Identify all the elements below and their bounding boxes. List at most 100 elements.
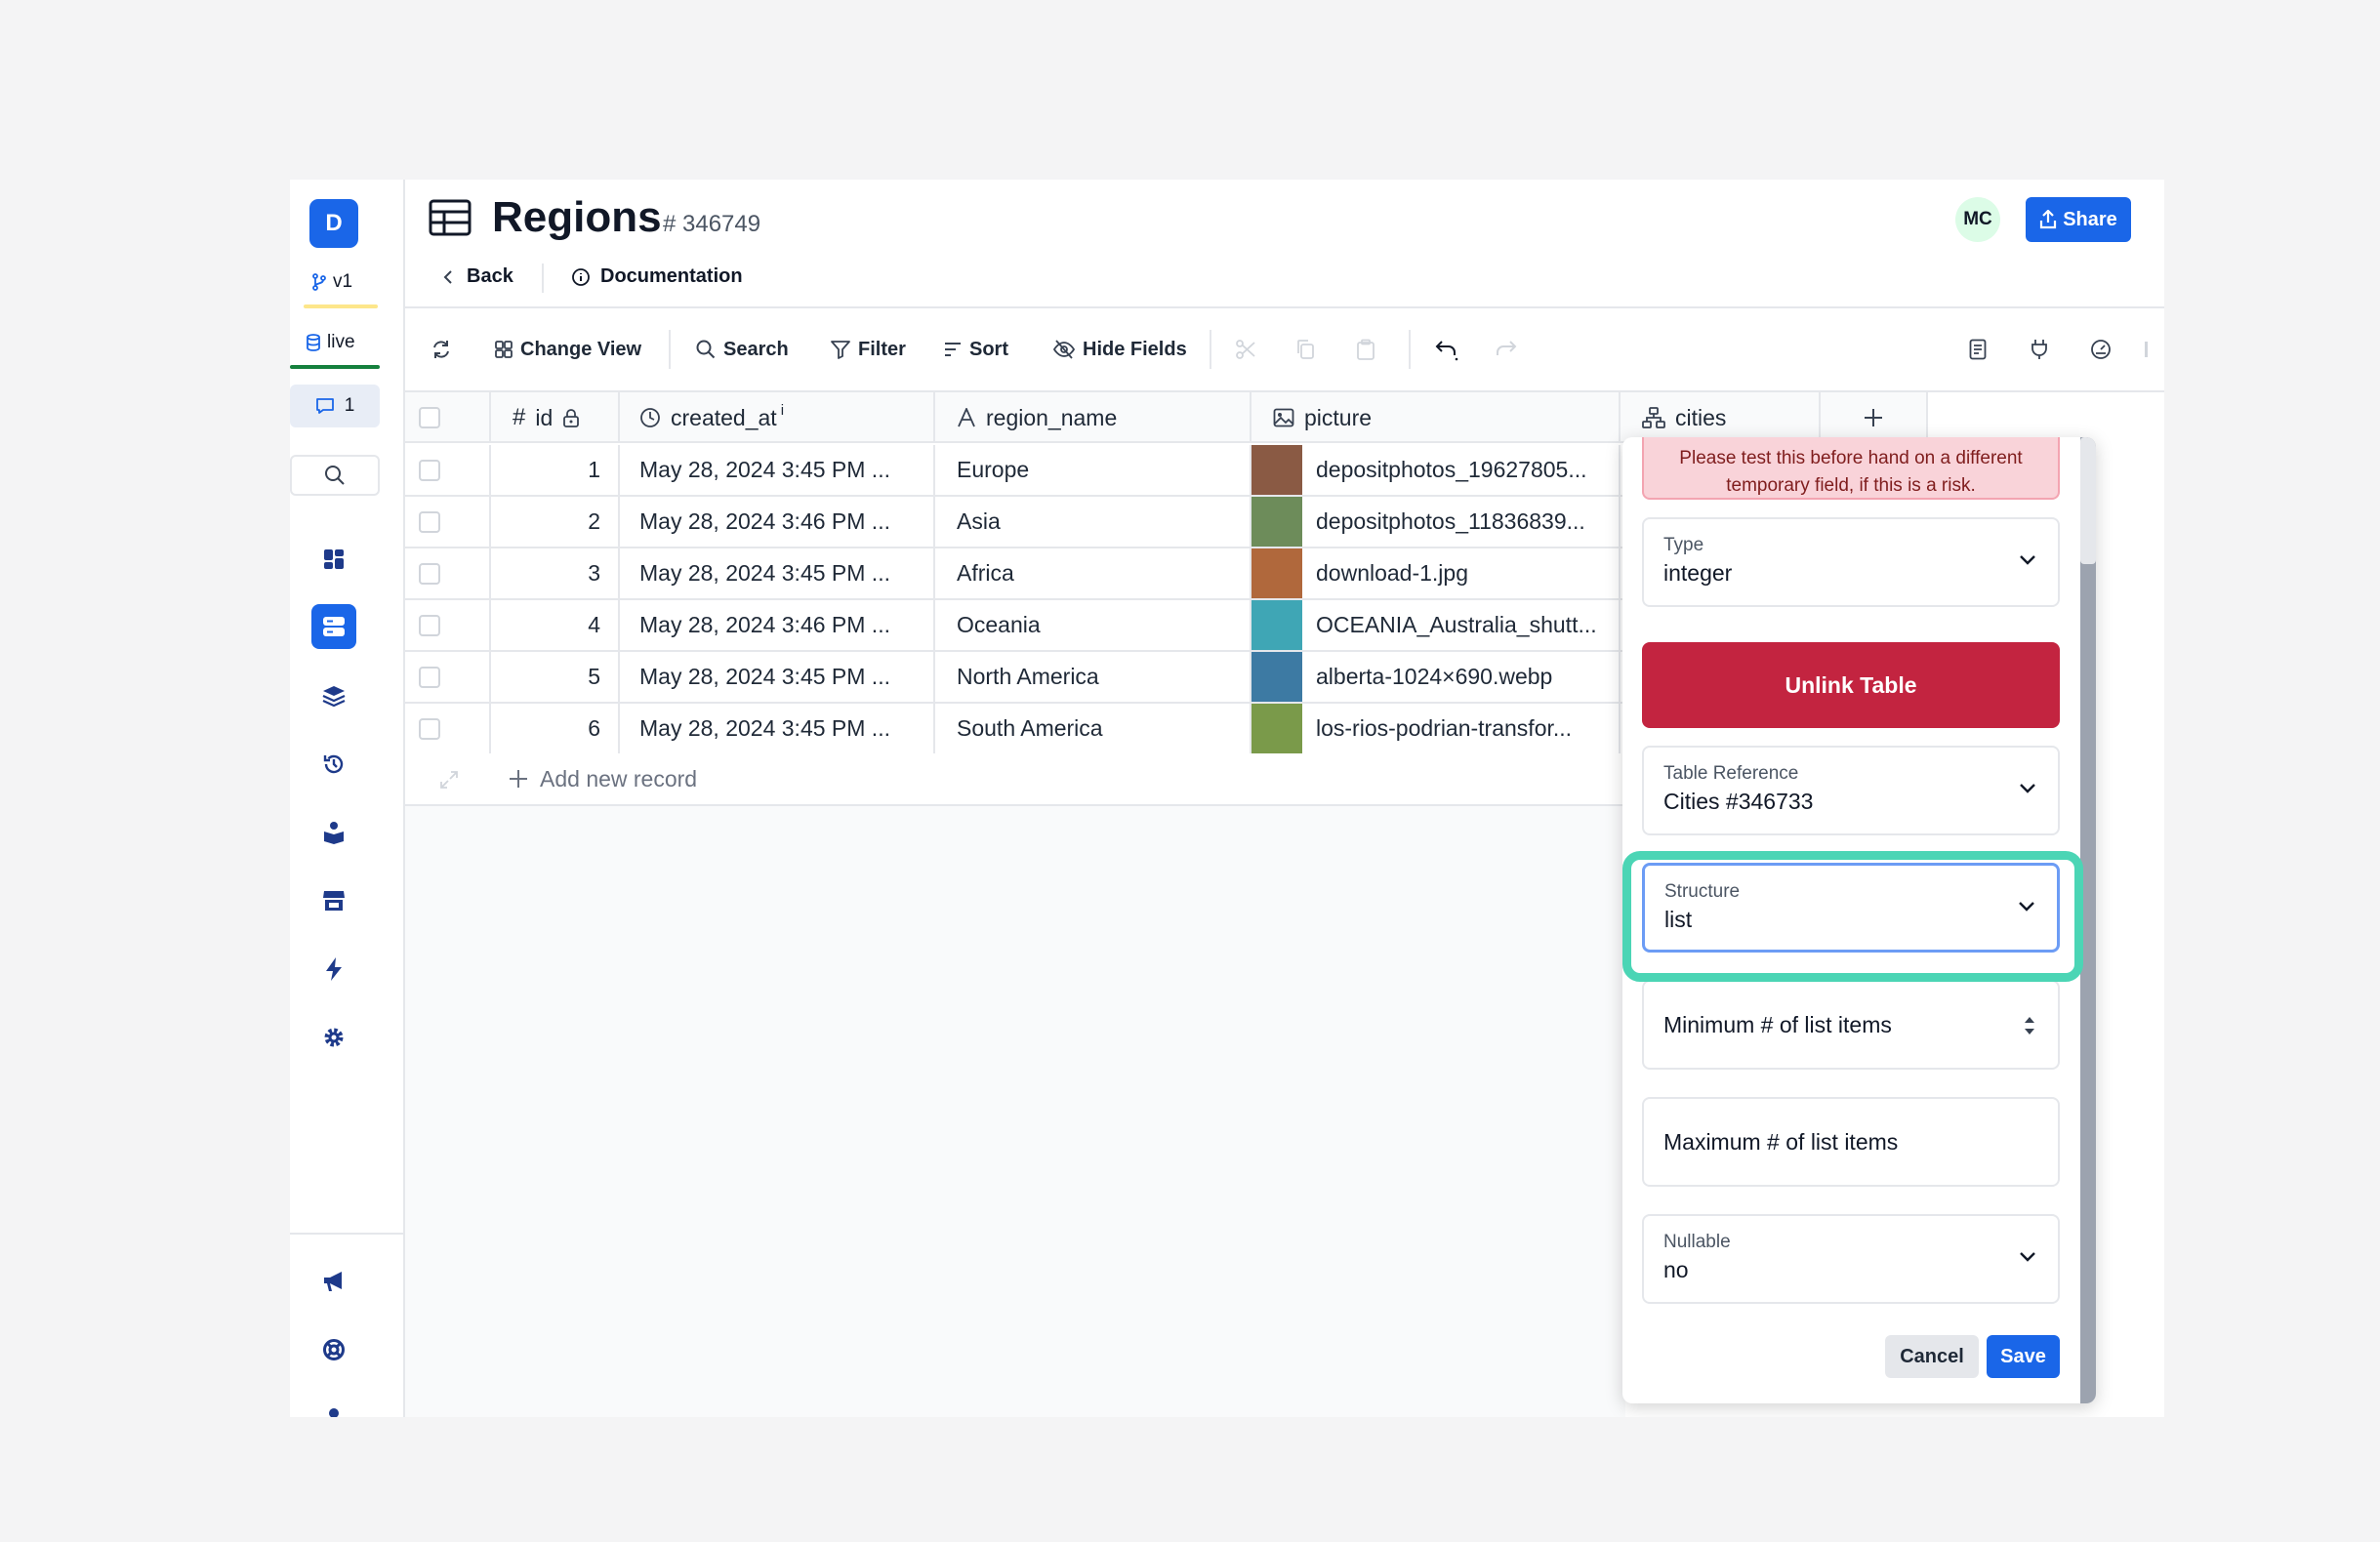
created-at-cell[interactable]: May 28, 2024 3:45 PM ...: [620, 704, 935, 753]
created-at-cell[interactable]: May 28, 2024 3:45 PM ...: [620, 548, 935, 598]
id-cell[interactable]: 2: [491, 497, 620, 547]
branch-selector[interactable]: v1: [311, 271, 352, 293]
picture-cell[interactable]: los-rios-podrian-transfor...: [1252, 704, 1621, 753]
number-stepper-icon[interactable]: [2023, 1013, 2036, 1038]
table-reference-select[interactable]: Table Reference Cities #346733: [1642, 746, 2060, 835]
picture-cell[interactable]: download-1.jpg: [1252, 548, 1621, 598]
created-at-cell[interactable]: May 28, 2024 3:45 PM ...: [620, 445, 935, 495]
settings-nav[interactable]: [309, 1015, 358, 1060]
search-button[interactable]: Search: [696, 332, 789, 367]
row-select-cell: [405, 548, 491, 598]
refresh-button[interactable]: [431, 332, 452, 367]
table-row[interactable]: 5 May 28, 2024 3:45 PM ... North America al…: [405, 652, 1625, 704]
panel-scrollbar-track[interactable]: [2080, 437, 2096, 1403]
plugin-button[interactable]: [2030, 332, 2049, 367]
region-name-cell[interactable]: Asia: [935, 497, 1252, 547]
picture-cell[interactable]: depositphotos_11836839...: [1252, 497, 1621, 547]
column-header-cities[interactable]: cities: [1621, 392, 1821, 443]
chevron-down-icon: [2019, 902, 2034, 912]
id-cell[interactable]: 5: [491, 652, 620, 702]
comments-button[interactable]: 1: [290, 385, 380, 427]
row-checkbox[interactable]: [419, 614, 440, 636]
layers-nav[interactable]: [309, 673, 358, 718]
row-checkbox[interactable]: [419, 717, 440, 740]
add-record-button[interactable]: Add new record: [509, 753, 697, 804]
region-name-cell[interactable]: Africa: [935, 548, 1252, 598]
created-at-cell[interactable]: May 28, 2024 3:46 PM ...: [620, 600, 935, 650]
structure-select[interactable]: Structure list: [1642, 863, 2060, 953]
unlink-table-button[interactable]: Unlink Table: [1642, 642, 2060, 728]
paste-button[interactable]: [1356, 332, 1375, 367]
marketplace-nav[interactable]: [309, 878, 358, 923]
triggers-nav[interactable]: [309, 947, 358, 992]
support-nav[interactable]: [309, 1327, 358, 1372]
back-button[interactable]: Back: [443, 265, 513, 288]
column-header-picture[interactable]: picture: [1252, 392, 1621, 443]
documentation-button[interactable]: Documentation: [571, 265, 743, 288]
database-nav[interactable]: [311, 604, 356, 649]
user-icon: [329, 1408, 339, 1417]
created-at-cell[interactable]: May 28, 2024 3:46 PM ...: [620, 497, 935, 547]
min-list-items-input[interactable]: Minimum # of list items: [1642, 980, 2060, 1070]
profile-nav[interactable]: [309, 1396, 358, 1417]
column-header-region-name[interactable]: region_name: [935, 392, 1252, 443]
sort-button[interactable]: Sort: [944, 332, 1008, 367]
nullable-select[interactable]: Nullable no: [1642, 1214, 2060, 1304]
table-reference-label: Table Reference: [1663, 763, 1799, 784]
notes-button[interactable]: [1969, 332, 1987, 367]
performance-button[interactable]: [2090, 332, 2112, 367]
row-checkbox[interactable]: [419, 459, 440, 481]
picture-cell[interactable]: alberta-1024×690.webp: [1252, 652, 1621, 702]
id-cell[interactable]: 3: [491, 548, 620, 598]
cut-button[interactable]: [1235, 332, 1256, 367]
table-row[interactable]: 2 May 28, 2024 3:46 PM ... Asia depositphot…: [405, 497, 1625, 548]
picture-cell[interactable]: depositphotos_19627805...: [1252, 445, 1621, 495]
table-row[interactable]: 1 May 28, 2024 3:45 PM ... Europe depositph…: [405, 445, 1625, 497]
column-header-created-at[interactable]: created_at i: [620, 392, 935, 443]
row-checkbox[interactable]: [419, 562, 440, 585]
picture-cell[interactable]: OCEANIA_Australia_shutt...: [1252, 600, 1621, 650]
column-header-id[interactable]: # id: [491, 392, 620, 443]
change-view-button[interactable]: Change View: [495, 332, 641, 367]
store-icon: [323, 891, 345, 911]
dashboard-nav[interactable]: [309, 537, 358, 582]
clipboard-icon: [1357, 339, 1375, 360]
picture-thumbnail: [1252, 497, 1302, 547]
undo-button[interactable]: [1434, 332, 1459, 367]
announcements-nav[interactable]: [309, 1259, 358, 1304]
row-checkbox[interactable]: [419, 666, 440, 688]
max-list-items-input[interactable]: Maximum # of list items: [1642, 1097, 2060, 1187]
save-button[interactable]: Save: [1987, 1335, 2060, 1378]
workspace-logo[interactable]: D: [309, 199, 358, 248]
row-checkbox[interactable]: [419, 510, 440, 533]
picture-filename: depositphotos_11836839...: [1316, 508, 1585, 534]
region-name-cell[interactable]: Oceania: [935, 600, 1252, 650]
learn-nav[interactable]: [309, 810, 358, 855]
cancel-button[interactable]: Cancel: [1885, 1335, 1979, 1378]
region-name-cell[interactable]: Europe: [935, 445, 1252, 495]
share-button[interactable]: Share: [2026, 197, 2131, 242]
panel-scrollbar-thumb[interactable]: [2080, 437, 2096, 564]
sidebar-search-button[interactable]: [290, 455, 380, 496]
id-cell[interactable]: 4: [491, 600, 620, 650]
select-all-checkbox[interactable]: [419, 407, 440, 428]
id-cell[interactable]: 1: [491, 445, 620, 495]
add-record-row[interactable]: Add new record: [405, 753, 1625, 806]
created-at-cell[interactable]: May 28, 2024 3:45 PM ...: [620, 652, 935, 702]
table-row[interactable]: 4 May 28, 2024 3:46 PM ... Oceania OCEANIA_…: [405, 600, 1625, 652]
table-row[interactable]: 3 May 28, 2024 3:45 PM ... Africa download-…: [405, 548, 1625, 600]
id-cell[interactable]: 6: [491, 704, 620, 753]
hide-fields-button[interactable]: Hide Fields: [1053, 332, 1187, 367]
region-name-cell[interactable]: South America: [935, 704, 1252, 753]
table-row[interactable]: 6 May 28, 2024 3:45 PM ... South America lo…: [405, 704, 1625, 755]
filter-button[interactable]: Filter: [831, 332, 906, 367]
redo-button[interactable]: [1495, 332, 1520, 367]
type-select[interactable]: Type integer: [1642, 517, 2060, 607]
history-nav[interactable]: [309, 742, 358, 787]
add-column-button[interactable]: [1821, 392, 1928, 443]
avatar[interactable]: MC: [1955, 197, 2000, 242]
region-name-cell[interactable]: North America: [935, 652, 1252, 702]
more-toolbar-button[interactable]: [2145, 332, 2148, 367]
environment-selector[interactable]: live: [306, 332, 355, 353]
copy-button[interactable]: [1295, 332, 1315, 367]
